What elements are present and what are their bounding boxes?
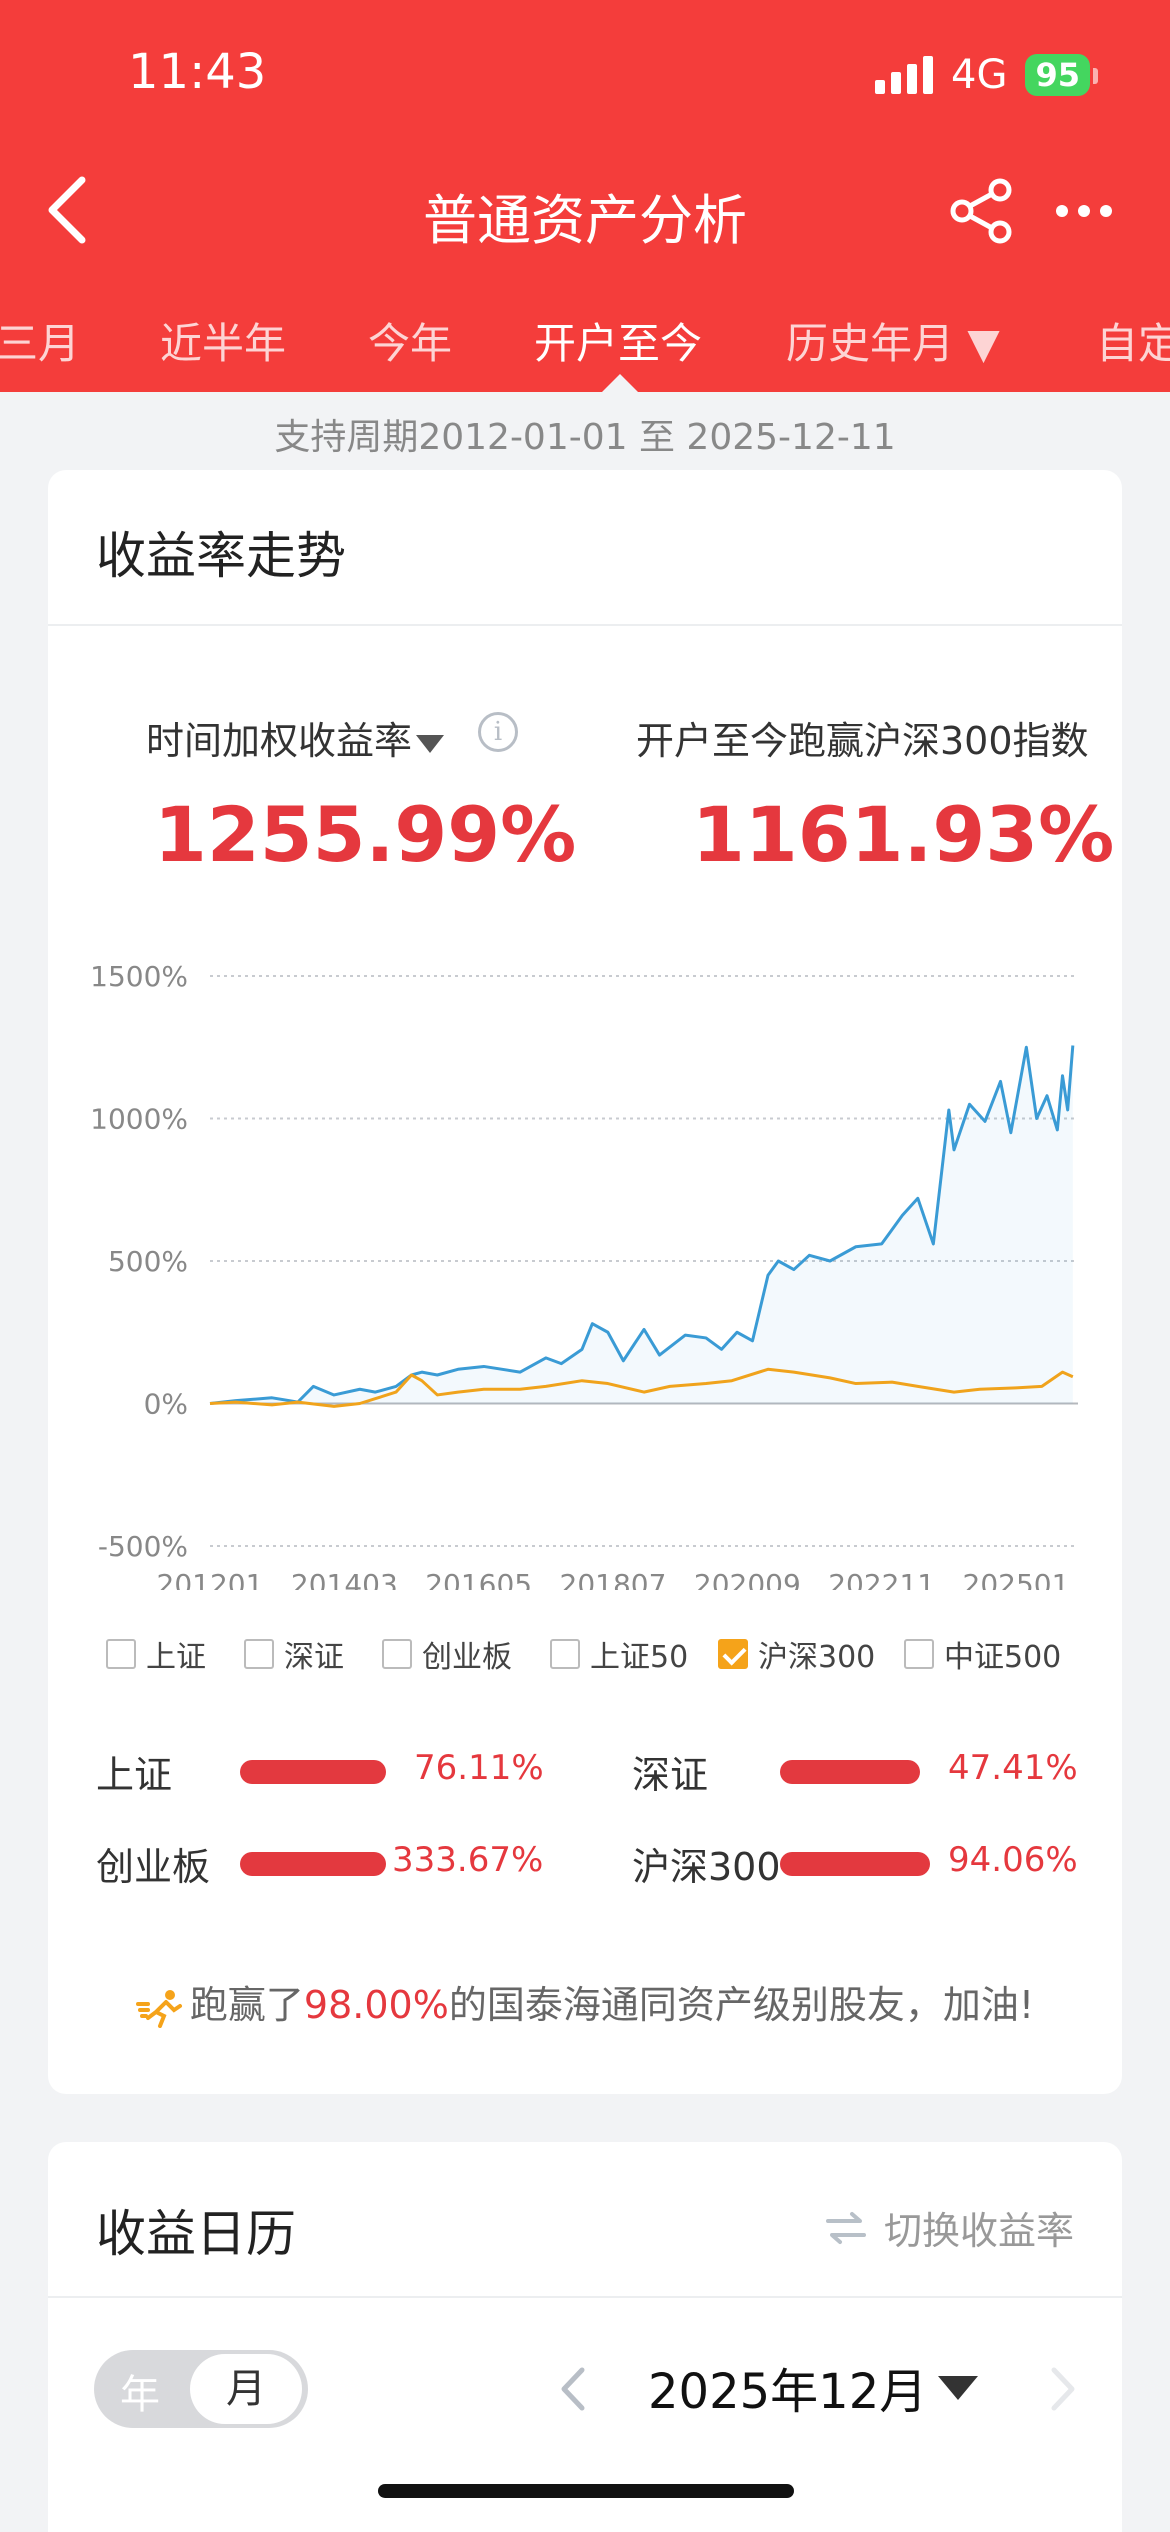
active-tab-indicator bbox=[602, 374, 638, 392]
legend-chinext[interactable]: 创业板 bbox=[382, 1632, 512, 1676]
home-indicator bbox=[378, 2484, 794, 2498]
period-note: 支持周期2012-01-01 至 2025-12-11 bbox=[274, 417, 896, 458]
checkbox-checked-icon bbox=[718, 1639, 748, 1669]
year-month-toggle[interactable]: 年 月 bbox=[94, 2350, 308, 2428]
divider bbox=[48, 2296, 1122, 2298]
checkbox-icon bbox=[550, 1639, 580, 1669]
x-tick-label: 202501 bbox=[963, 1568, 1070, 1590]
compare-label-sse: 上证 bbox=[96, 1753, 173, 1797]
compare-bar-szse bbox=[780, 1760, 920, 1784]
metric-left-selector[interactable]: 时间加权收益率 bbox=[146, 710, 445, 765]
compare-bar-hs300 bbox=[780, 1852, 930, 1876]
signal-icon bbox=[875, 56, 934, 94]
x-tick-label: 201403 bbox=[291, 1568, 398, 1590]
calendar-card: 收益日历 切换收益率 年 月 2025年12月 bbox=[48, 2142, 1122, 2532]
checkbox-icon bbox=[382, 1639, 412, 1669]
more-icon[interactable] bbox=[1056, 196, 1126, 226]
toggle-month-option[interactable]: 月 bbox=[190, 2354, 302, 2424]
checkbox-icon bbox=[244, 1639, 274, 1669]
compare-value-hs300: 94.06% bbox=[948, 1840, 1078, 1880]
legend-sse50[interactable]: 上证50 bbox=[550, 1632, 688, 1676]
tab-custom[interactable]: 自定 bbox=[1096, 310, 1170, 371]
tab-since-opening[interactable]: 开户至今 bbox=[534, 310, 702, 371]
period-tabs: 三月 近半年 今年 开户至今 历史年月 ▼ 自定 bbox=[0, 300, 1170, 380]
metric-left-value: 1255.99% bbox=[154, 790, 577, 879]
tab-three-months[interactable]: 三月 bbox=[0, 310, 80, 371]
y-tick-label: 1500% bbox=[90, 960, 188, 993]
tab-history-month[interactable]: 历史年月 ▼ bbox=[786, 310, 1000, 371]
runner-icon bbox=[135, 1989, 182, 2028]
status-indicators: 4G 95 bbox=[875, 52, 1098, 98]
compare-bar-sse bbox=[240, 1760, 386, 1784]
caret-down-icon bbox=[416, 734, 445, 753]
chevron-left-icon[interactable] bbox=[558, 2364, 588, 2414]
compare-value-sse: 76.11% bbox=[414, 1748, 544, 1788]
compare-label-chinext: 创业板 bbox=[96, 1845, 211, 1889]
x-tick-label: 201605 bbox=[425, 1568, 532, 1590]
calendar-card-title: 收益日历 bbox=[96, 2205, 296, 2263]
switch-return-rate-label: 切换收益率 bbox=[883, 2209, 1074, 2253]
metric-right-value: 1161.93% bbox=[692, 790, 1115, 879]
share-icon[interactable] bbox=[946, 176, 1016, 246]
returns-chart[interactable]: 1500% 1000% 500% 0% -500% 201201 201403 201605 2… bbox=[48, 930, 1122, 1590]
network-type: 4G bbox=[951, 52, 1008, 98]
metric-left-label: 时间加权收益率 bbox=[146, 719, 413, 763]
chevron-right-icon[interactable] bbox=[1048, 2364, 1078, 2414]
compare-value-szse: 47.41% bbox=[948, 1748, 1078, 1788]
battery-icon: 95 bbox=[1025, 54, 1098, 96]
compare-value-chinext: 333.67% bbox=[392, 1840, 544, 1880]
x-tick-label: 202211 bbox=[828, 1568, 935, 1590]
y-tick-label: 500% bbox=[108, 1245, 188, 1278]
toggle-year-option[interactable]: 年 bbox=[120, 2362, 160, 2420]
beat-percent: 98.00% bbox=[303, 1983, 449, 2027]
caret-down-icon[interactable] bbox=[938, 2376, 978, 2400]
info-icon[interactable]: i bbox=[478, 712, 518, 752]
status-time: 11:43 bbox=[128, 44, 267, 100]
x-tick-label: 202009 bbox=[694, 1568, 801, 1590]
compare-bar-chinext bbox=[240, 1852, 386, 1876]
y-tick-label: 0% bbox=[144, 1388, 188, 1421]
account-area bbox=[210, 1045, 1073, 1404]
returns-card: 收益率走势 时间加权收益率 i 开户至今跑赢沪深300指数 1255.99% 1… bbox=[48, 470, 1122, 2094]
legend-csi500[interactable]: 中证500 bbox=[904, 1632, 1061, 1676]
beat-prefix: 跑赢了 bbox=[189, 1983, 304, 2027]
swap-icon bbox=[825, 2211, 866, 2244]
y-tick-label: 1000% bbox=[90, 1103, 188, 1136]
x-tick-label: 201201 bbox=[157, 1568, 264, 1590]
month-selector[interactable]: 2025年12月 bbox=[648, 2352, 927, 2422]
checkbox-icon bbox=[106, 1639, 136, 1669]
legend-sse[interactable]: 上证 bbox=[106, 1632, 206, 1676]
checkbox-icon bbox=[904, 1639, 934, 1669]
switch-return-rate-button[interactable]: 切换收益率 bbox=[824, 2200, 1074, 2255]
divider bbox=[48, 624, 1122, 626]
beat-suffix: 的国泰海通同资产级别股友，加油! bbox=[448, 1983, 1035, 2027]
legend-szse[interactable]: 深证 bbox=[244, 1632, 344, 1676]
tab-half-year[interactable]: 近半年 bbox=[160, 310, 286, 371]
y-tick-label: -500% bbox=[98, 1530, 188, 1563]
app-header: 11:43 4G 95 普通资产分析 三月 近半年 今年 开户至今 历史年月 ▼… bbox=[0, 0, 1170, 392]
legend-hs300[interactable]: 沪深300 bbox=[718, 1632, 875, 1676]
metric-right-label: 开户至今跑赢沪深300指数 bbox=[636, 719, 1089, 763]
beat-message: 跑赢了98.00%的国泰海通同资产级别股友，加油! bbox=[48, 1974, 1122, 2029]
compare-label-hs300: 沪深300 bbox=[632, 1845, 781, 1889]
tab-this-year[interactable]: 今年 bbox=[368, 310, 452, 371]
returns-card-title: 收益率走势 bbox=[96, 527, 346, 585]
x-tick-label: 201807 bbox=[560, 1568, 667, 1590]
compare-label-szse: 深证 bbox=[632, 1753, 709, 1797]
